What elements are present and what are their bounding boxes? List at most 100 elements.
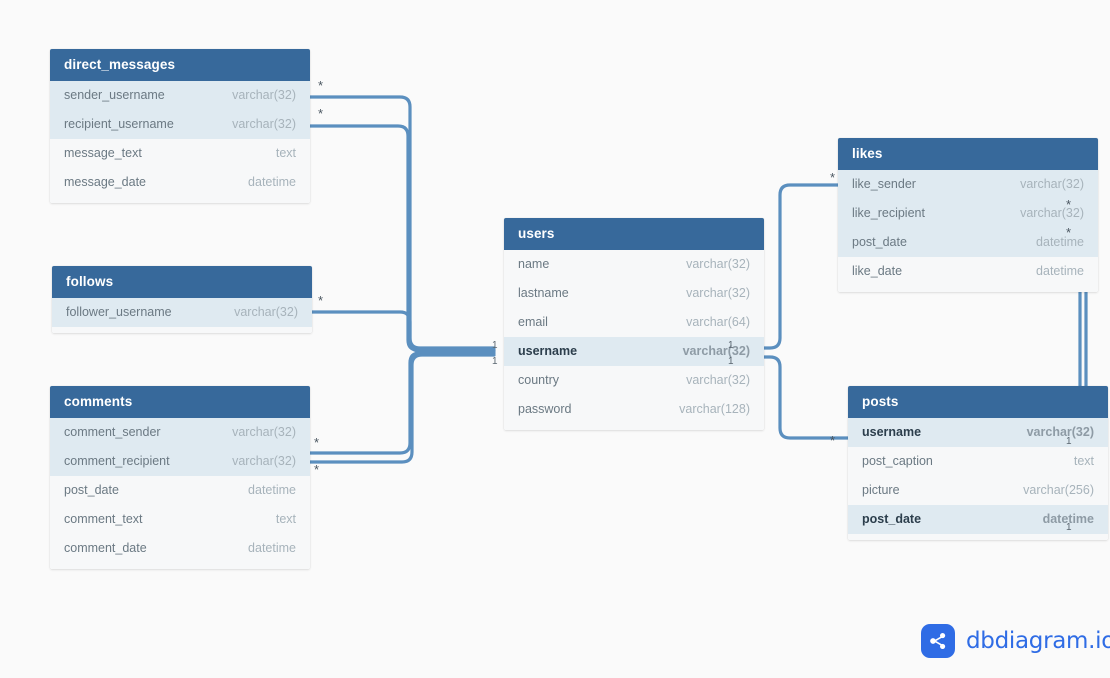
card-footer-pad	[50, 197, 310, 203]
table-likes[interactable]: likes like_sender varchar(32) like_recipien…	[838, 138, 1098, 292]
field-name: post_caption	[862, 454, 933, 468]
field-name: picture	[862, 483, 900, 497]
card-footer-pad	[50, 563, 310, 569]
table-title-direct_messages: direct_messages	[50, 49, 310, 81]
field-name: username	[518, 344, 578, 358]
field-row[interactable]: name varchar(32)	[504, 250, 764, 279]
table-title-posts: posts	[848, 386, 1108, 418]
field-row[interactable]: sender_username varchar(32)	[50, 81, 310, 110]
field-row[interactable]: password varchar(128)	[504, 395, 764, 424]
field-name: post_date	[862, 512, 922, 526]
cardinality-label: *	[1066, 197, 1072, 212]
field-type: varchar(32)	[682, 344, 750, 358]
cardinality-label: 1	[1066, 522, 1072, 533]
field-name: comment_recipient	[64, 454, 170, 468]
table-title-follows: follows	[52, 266, 312, 298]
table-direct_messages[interactable]: direct_messages sender_username varchar(32…	[50, 49, 310, 203]
relation-dm-sender	[308, 95, 496, 350]
field-type: text	[1073, 454, 1094, 468]
field-name: username	[862, 425, 922, 439]
field-row[interactable]: country varchar(32)	[504, 366, 764, 395]
logo-wordmark: dbdiagram.io	[966, 628, 1110, 654]
cardinality-label: 1	[492, 356, 498, 367]
field-name: comment_date	[64, 541, 147, 555]
table-users[interactable]: users name varchar(32) lastname varchar(32) e…	[504, 218, 764, 430]
field-name: like_sender	[852, 177, 916, 191]
card-footer-pad	[504, 424, 764, 430]
field-type: datetime	[248, 175, 296, 189]
field-row[interactable]: follower_username varchar(32)	[52, 298, 312, 327]
field-type: text	[275, 512, 296, 526]
cardinality-label: *	[318, 293, 324, 308]
cardinality-label: 1	[728, 340, 734, 351]
field-type: varchar(32)	[686, 373, 750, 387]
field-row[interactable]: comment_date datetime	[50, 534, 310, 563]
card-footer-pad	[52, 327, 312, 333]
field-name: country	[518, 373, 559, 387]
field-name: like_date	[852, 264, 903, 278]
table-comments[interactable]: comments comment_sender varchar(32) comment…	[50, 386, 310, 569]
relation-dm-recipient	[308, 124, 496, 352]
share-nodes-icon	[921, 624, 955, 658]
cardinality-label: *	[318, 78, 324, 93]
cardinality-label: 1	[1066, 436, 1072, 447]
field-row[interactable]: post_caption text	[848, 447, 1108, 476]
field-type: datetime	[248, 483, 296, 497]
field-name: post_date	[852, 235, 907, 249]
field-type: varchar(32)	[232, 117, 296, 131]
field-row[interactable]: like_sender varchar(32)	[838, 170, 1098, 199]
table-posts[interactable]: posts username varchar(32) post_caption text…	[848, 386, 1108, 540]
field-type: text	[275, 146, 296, 160]
field-name: recipient_username	[64, 117, 174, 131]
field-name: sender_username	[64, 88, 165, 102]
field-row[interactable]: comment_text text	[50, 505, 310, 534]
field-type: varchar(32)	[1020, 206, 1084, 220]
field-row[interactable]: like_date datetime	[838, 257, 1098, 286]
relation-comments-sender	[308, 351, 496, 455]
table-title-comments: comments	[50, 386, 310, 418]
cardinality-label: *	[830, 433, 836, 448]
field-type: varchar(32)	[686, 257, 750, 271]
field-type: varchar(32)	[232, 454, 296, 468]
field-name: like_recipient	[852, 206, 925, 220]
field-row[interactable]: message_date datetime	[50, 168, 310, 197]
field-type: varchar(32)	[232, 88, 296, 102]
field-type: varchar(32)	[1020, 177, 1084, 191]
cardinality-label: *	[318, 106, 324, 121]
field-row[interactable]: recipient_username varchar(32)	[50, 110, 310, 139]
field-name: follower_username	[66, 305, 172, 319]
field-name: password	[518, 402, 572, 416]
field-type: varchar(32)	[686, 286, 750, 300]
field-type: datetime	[248, 541, 296, 555]
field-row[interactable]: comment_sender varchar(32)	[50, 418, 310, 447]
field-name: message_date	[64, 175, 147, 189]
dbdiagram-logo[interactable]: dbdiagram.io	[921, 624, 1110, 658]
field-row[interactable]: username varchar(32)	[504, 337, 764, 366]
card-footer-pad	[848, 534, 1108, 540]
field-row[interactable]: picture varchar(256)	[848, 476, 1108, 505]
field-type: varchar(64)	[686, 315, 750, 329]
field-name: comment_sender	[64, 425, 161, 439]
field-type: varchar(128)	[679, 402, 750, 416]
field-name: email	[518, 315, 548, 329]
table-title-likes: likes	[838, 138, 1098, 170]
field-type: varchar(32)	[1026, 425, 1094, 439]
relation-comments-recipient	[308, 353, 496, 464]
field-row[interactable]: message_text text	[50, 139, 310, 168]
field-row[interactable]: post_date datetime	[838, 228, 1098, 257]
diagram-canvas[interactable]: direct_messages sender_username varchar(32…	[0, 0, 1110, 678]
field-name: message_text	[64, 146, 142, 160]
field-type: varchar(256)	[1023, 483, 1094, 497]
cardinality-label: *	[1066, 225, 1072, 240]
field-row[interactable]: comment_recipient varchar(32)	[50, 447, 310, 476]
field-name: comment_text	[64, 512, 143, 526]
field-name: name	[518, 257, 550, 271]
field-row[interactable]: lastname varchar(32)	[504, 279, 764, 308]
cardinality-label: *	[830, 170, 836, 185]
card-footer-pad	[838, 286, 1098, 292]
table-follows[interactable]: follows follower_username varchar(32)	[52, 266, 312, 333]
field-row[interactable]: post_date datetime	[50, 476, 310, 505]
field-row[interactable]: like_recipient varchar(32)	[838, 199, 1098, 228]
field-row[interactable]: email varchar(64)	[504, 308, 764, 337]
cardinality-label: *	[314, 435, 320, 450]
